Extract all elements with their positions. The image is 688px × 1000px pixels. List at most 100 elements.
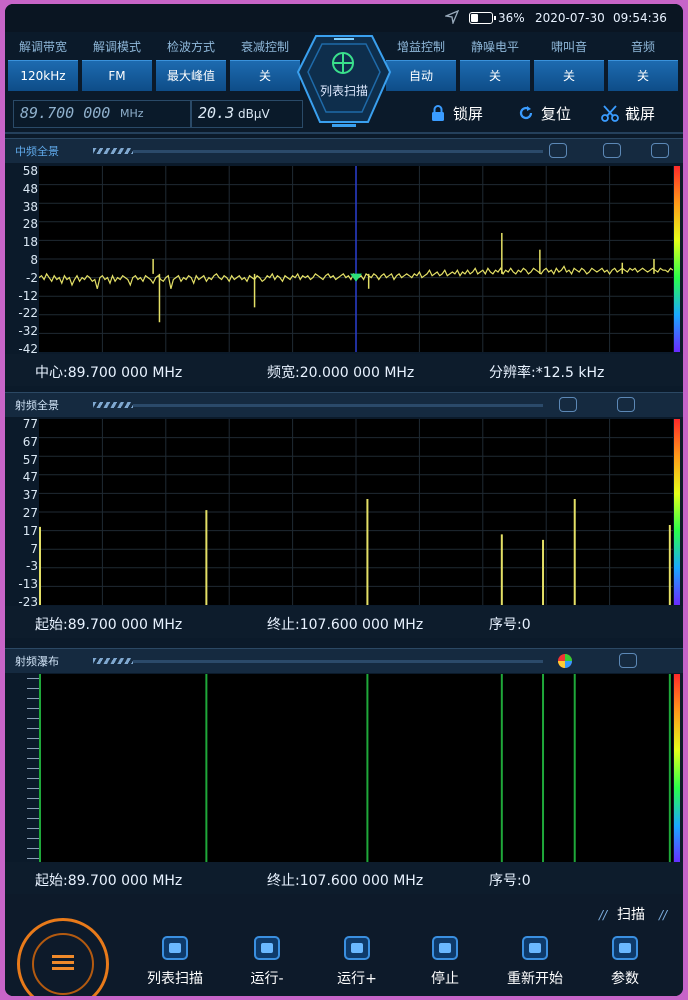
param-gain[interactable]: 增益控制 自动 bbox=[385, 36, 457, 92]
param-label: 静噪电平 bbox=[470, 40, 519, 54]
calendar-icon[interactable] bbox=[619, 653, 637, 668]
run-minus-button[interactable]: 运行- bbox=[227, 932, 307, 992]
param-value[interactable]: 关 bbox=[460, 60, 530, 91]
globe-icon bbox=[332, 52, 354, 74]
waterfall-svg bbox=[39, 674, 671, 864]
link-icon[interactable] bbox=[559, 397, 577, 412]
waterfall-panel-title: 射频瀑布 bbox=[15, 655, 59, 668]
waterfall-time-tick bbox=[27, 828, 39, 829]
hex-frame-icon bbox=[296, 35, 392, 127]
rf-tick-label: 47 bbox=[22, 470, 38, 485]
waterfall-time-tick bbox=[27, 698, 39, 699]
rf-panel-header: 射频全景 bbox=[5, 392, 683, 417]
lock-icon[interactable] bbox=[617, 397, 635, 412]
waterfall-panel-header: 射频瀑布 bbox=[5, 648, 683, 673]
param-value[interactable]: 最大峰值 bbox=[156, 60, 226, 91]
menu-button[interactable] bbox=[17, 918, 109, 996]
param-howl[interactable]: 啸叫音 关 bbox=[533, 36, 605, 92]
waterfall-time-tick bbox=[27, 848, 39, 849]
waterfall-time-tick bbox=[27, 768, 39, 769]
rf-tick-label: -13 bbox=[18, 577, 38, 592]
refresh-icon bbox=[519, 106, 533, 120]
param-detector[interactable]: 检波方式 最大峰值 bbox=[155, 36, 227, 92]
list-scan-button[interactable]: 列表扫描 bbox=[135, 932, 215, 992]
if-rbw: 分辨率:*12.5 kHz bbox=[489, 365, 605, 381]
slash-decoration: // bbox=[659, 908, 668, 922]
rf-spectrum-plot[interactable] bbox=[39, 419, 673, 605]
expand-icon[interactable] bbox=[651, 143, 669, 158]
battery-icon bbox=[469, 12, 496, 24]
if-spectrum-svg bbox=[39, 166, 673, 352]
if-tick-label: 8 bbox=[30, 253, 38, 267]
stop-button[interactable]: 停止 bbox=[405, 932, 485, 992]
param-value[interactable]: 关 bbox=[608, 60, 678, 91]
gear-icon bbox=[612, 936, 638, 960]
frequency-readout[interactable]: 89.700 000 MHz bbox=[13, 100, 191, 128]
restart-icon bbox=[522, 936, 548, 960]
if-spectrum-plot[interactable] bbox=[39, 166, 673, 352]
param-demod-bandwidth[interactable]: 解调带宽 120kHz bbox=[7, 36, 79, 92]
param-label: 检波方式 bbox=[166, 40, 215, 54]
restart-button[interactable]: 重新开始 bbox=[495, 932, 575, 992]
if-center-freq: 中心:89.700 000 MHz bbox=[35, 365, 183, 381]
stop-label: 停止 bbox=[431, 971, 459, 987]
if-panel-header: 中频全景 bbox=[5, 138, 683, 163]
level-unit: dBμV bbox=[238, 107, 270, 121]
rf-tick-label: 17 bbox=[22, 523, 38, 538]
param-audio[interactable]: 音频 关 bbox=[607, 36, 679, 92]
lock-icon[interactable] bbox=[603, 143, 621, 158]
param-value[interactable]: 自动 bbox=[386, 60, 456, 91]
stop-icon bbox=[432, 936, 458, 960]
waterfall-time-tick bbox=[27, 778, 39, 779]
if-tick-label: 38 bbox=[22, 199, 38, 214]
waterfall-index: 序号:0 bbox=[489, 873, 531, 889]
rf-tick-label: 37 bbox=[22, 488, 38, 503]
rf-tick-label: 57 bbox=[22, 452, 38, 467]
if-panel-title: 中频全景 bbox=[15, 145, 59, 158]
settings-button[interactable]: 参数 bbox=[585, 932, 665, 992]
list-scan-hub-button[interactable]: 列表扫描 bbox=[296, 32, 392, 130]
run-minus-icon bbox=[254, 936, 280, 960]
scissors-icon bbox=[601, 105, 619, 122]
param-value[interactable]: 关 bbox=[230, 60, 300, 91]
waterfall-time-tick bbox=[27, 708, 39, 709]
run-plus-label: 运行+ bbox=[337, 971, 377, 987]
param-value[interactable]: 关 bbox=[534, 60, 604, 91]
status-time: 09:54:36 bbox=[613, 11, 667, 25]
rf-color-scale bbox=[674, 419, 680, 605]
status-date: 2020-07-30 bbox=[535, 11, 605, 25]
waterfall-time-tick bbox=[27, 718, 39, 719]
if-tick-label: 28 bbox=[22, 217, 38, 232]
color-palette-icon[interactable] bbox=[557, 653, 573, 669]
rf-spectrum-svg bbox=[39, 419, 673, 605]
param-value[interactable]: 120kHz bbox=[8, 60, 78, 91]
waterfall-time-tick bbox=[27, 818, 39, 819]
param-squelch[interactable]: 静噪电平 关 bbox=[459, 36, 531, 92]
reset-label: 复位 bbox=[541, 105, 572, 123]
param-attenuation[interactable]: 衰减控制 关 bbox=[229, 36, 301, 92]
rf-tick-label: 27 bbox=[22, 506, 38, 520]
waterfall-time-tick bbox=[27, 728, 39, 729]
status-bar: 36% 2020-07-30 09:54:36 bbox=[5, 4, 683, 32]
param-value[interactable]: FM bbox=[82, 60, 152, 91]
restart-label: 重新开始 bbox=[507, 971, 563, 987]
if-tick-label: -32 bbox=[18, 324, 38, 339]
link-icon[interactable] bbox=[549, 143, 567, 158]
frequency-value: 89.700 000 bbox=[20, 104, 111, 122]
rf-index: 序号:0 bbox=[489, 617, 531, 633]
waterfall-color-scale bbox=[674, 674, 680, 864]
rf-info-row: 起始:89.700 000 MHz 终止:107.600 000 MHz 序号:… bbox=[5, 606, 683, 638]
waterfall-time-tick bbox=[27, 798, 39, 799]
if-tick-label: 48 bbox=[22, 181, 38, 196]
stripe-decoration bbox=[93, 148, 133, 154]
bottom-toolbar: // 扫描 // 列表扫描 运行- 运行+ 停止 重新开始 参数 bbox=[5, 894, 683, 996]
run-plus-button[interactable]: 运行+ bbox=[317, 932, 397, 992]
run-minus-label: 运行- bbox=[250, 971, 284, 987]
header-bar bbox=[133, 660, 543, 663]
list-scan-label: 列表扫描 bbox=[319, 84, 368, 98]
rf-tick-label: -3 bbox=[26, 559, 38, 574]
waterfall-plot[interactable] bbox=[39, 674, 673, 864]
location-arrow-icon bbox=[445, 10, 459, 24]
param-demod-mode[interactable]: 解调模式 FM bbox=[81, 36, 153, 92]
waterfall-time-tick bbox=[27, 738, 39, 739]
